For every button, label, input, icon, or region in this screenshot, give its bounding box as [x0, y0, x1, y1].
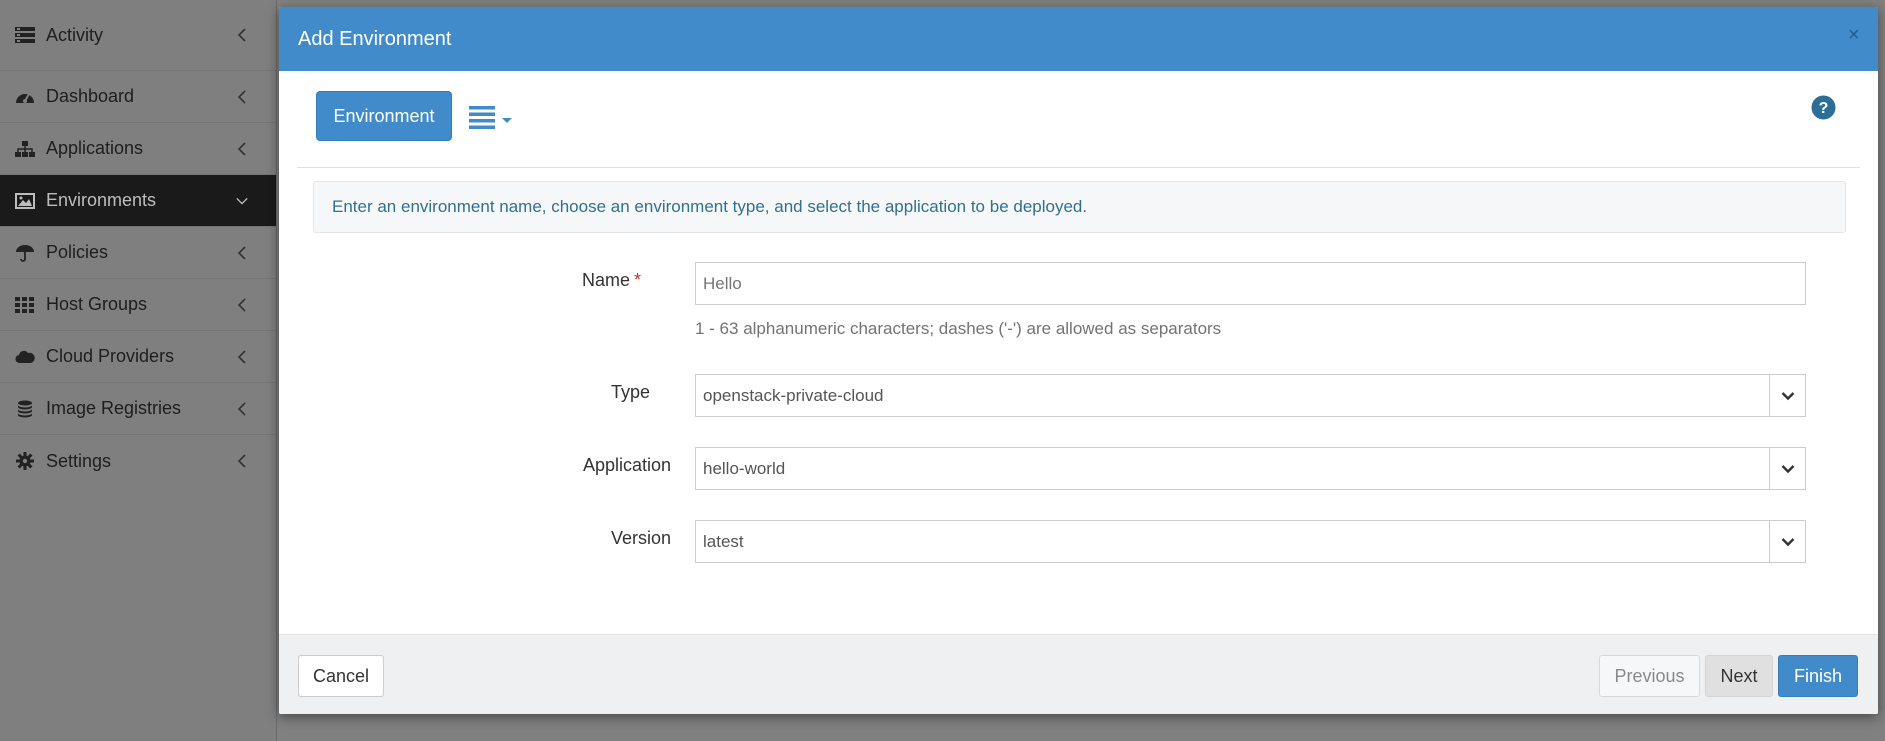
- next-button[interactable]: Next: [1705, 655, 1773, 697]
- sidebar-item-image-registries[interactable]: Image Registries: [0, 383, 276, 435]
- sidebar: Activity Dashboard Applications Environm…: [0, 0, 277, 741]
- modal-footer: Cancel Previous Next Finish: [279, 634, 1878, 714]
- chevron-left-icon: [237, 89, 246, 104]
- application-select[interactable]: hello-world: [695, 447, 1806, 490]
- previous-button[interactable]: Previous: [1599, 655, 1700, 697]
- sidebar-item-label: Environments: [46, 190, 157, 210]
- sidebar-item-label: Activity: [46, 24, 104, 45]
- cancel-button[interactable]: Cancel: [298, 655, 384, 697]
- sidebar-item-label: Applications: [46, 138, 144, 158]
- picture-icon: [14, 192, 36, 210]
- chevron-down-icon: [1781, 464, 1794, 473]
- version-select-value: latest: [703, 531, 744, 551]
- database-icon: [14, 400, 36, 418]
- application-select-value: hello-world: [703, 458, 786, 478]
- sidebar-item-label: Dashboard: [46, 86, 135, 106]
- list-icon: [14, 26, 36, 44]
- sidebar-item-settings[interactable]: Settings: [0, 435, 276, 487]
- cloud-icon: [14, 348, 36, 366]
- modal-toolbar: Environment ?: [297, 71, 1860, 168]
- info-alert: Enter an environment name, choose an env…: [313, 181, 1846, 233]
- environment-tab-button[interactable]: Environment: [316, 91, 452, 141]
- application-select-toggle[interactable]: [1769, 448, 1805, 489]
- umbrella-icon: [14, 244, 36, 262]
- name-label: Name *: [441, 270, 641, 291]
- chevron-left-icon: [237, 28, 246, 42]
- sidebar-item-label: Image Registries: [46, 398, 182, 418]
- svg-text:?: ?: [1819, 100, 1829, 117]
- chevron-down-icon: [236, 197, 248, 205]
- close-icon[interactable]: ×: [1848, 25, 1864, 45]
- help-icon[interactable]: ?: [1811, 95, 1836, 120]
- chevron-left-icon: [237, 297, 246, 312]
- name-label-text: Name: [581, 270, 630, 290]
- list-icon: [469, 106, 495, 129]
- version-select-toggle[interactable]: [1769, 521, 1805, 562]
- chevron-left-icon: [237, 141, 246, 156]
- sidebar-item-label: Settings: [46, 450, 112, 471]
- sidebar-item-dashboard[interactable]: Dashboard: [0, 71, 276, 123]
- sidebar-item-cloud-providers[interactable]: Cloud Providers: [0, 331, 276, 383]
- sidebar-item-activity[interactable]: Activity: [0, 0, 276, 71]
- type-select-value: openstack-private-cloud: [703, 385, 884, 405]
- modal-header: Add Environment ×: [279, 7, 1878, 71]
- sidebar-item-policies[interactable]: Policies: [0, 227, 276, 279]
- caret-down-icon: [502, 118, 512, 123]
- sidebar-item-environments[interactable]: Environments: [0, 175, 276, 227]
- type-select-toggle[interactable]: [1769, 375, 1805, 416]
- required-mark: *: [633, 270, 641, 290]
- chevron-left-icon: [237, 349, 246, 364]
- sitemap-icon: [14, 140, 36, 158]
- sidebar-item-label: Host Groups: [46, 294, 148, 314]
- sidebar-item-applications[interactable]: Applications: [0, 123, 276, 175]
- sidebar-item-host-groups[interactable]: Host Groups: [0, 279, 276, 331]
- application-label: Application: [582, 455, 671, 475]
- type-select[interactable]: openstack-private-cloud: [695, 374, 1806, 417]
- grid-icon: [14, 296, 36, 314]
- chevron-down-icon: [1781, 537, 1794, 546]
- add-environment-modal: Add Environment × Environment ? Enter an…: [279, 7, 1878, 714]
- finish-button[interactable]: Finish: [1778, 655, 1858, 697]
- chevron-left-icon: [237, 454, 246, 468]
- sidebar-item-label: Cloud Providers: [46, 346, 175, 366]
- modal-title: Add Environment: [298, 27, 452, 50]
- list-dropdown-toggle[interactable]: [469, 104, 515, 132]
- dashboard-icon: [14, 88, 36, 106]
- chevron-down-icon: [1781, 391, 1794, 400]
- type-label: Type: [610, 382, 650, 402]
- gear-icon: [14, 452, 36, 470]
- version-select[interactable]: latest: [695, 520, 1806, 563]
- chevron-left-icon: [237, 401, 246, 416]
- name-input[interactable]: [695, 262, 1806, 305]
- sidebar-item-label: Policies: [46, 242, 109, 262]
- chevron-left-icon: [237, 245, 246, 260]
- version-label: Version: [610, 528, 671, 548]
- name-help-text: 1 - 63 alphanumeric characters; dashes (…: [695, 319, 1222, 338]
